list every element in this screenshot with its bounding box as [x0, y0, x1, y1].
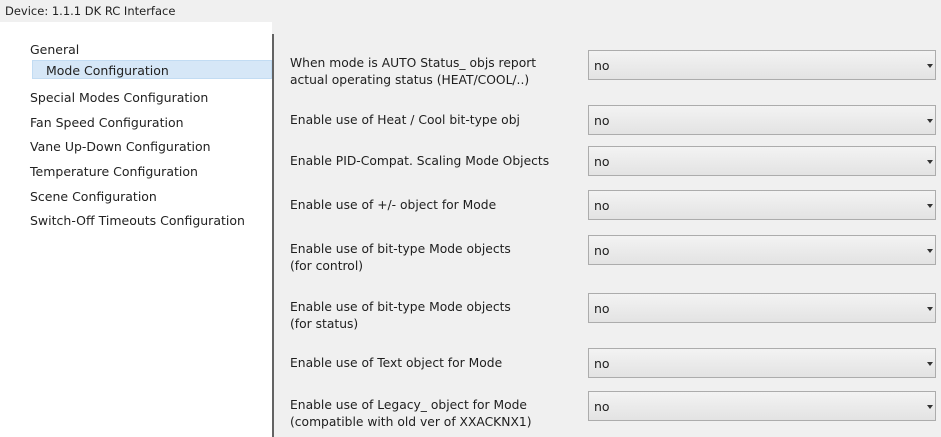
- param-label-line: Enable use of bit-type Mode objects: [290, 242, 511, 256]
- param-label-line: Enable use of Legacy_ object for Mode: [290, 398, 527, 412]
- chevron-down-icon: [927, 204, 933, 208]
- sidebar-item-special-modes-configuration[interactable]: Special Modes Configuration: [30, 88, 208, 107]
- sidebar-item-vane-up-down-configuration[interactable]: Vane Up-Down Configuration: [30, 137, 211, 156]
- param-label: Enable PID-Compat. Scaling Mode Objects: [290, 153, 580, 170]
- param-label-line: Enable use of +/- object for Mode: [290, 198, 497, 212]
- select-value: no: [594, 399, 610, 414]
- plus-minus-mode-select[interactable]: no: [588, 190, 936, 220]
- select-value: no: [594, 356, 610, 371]
- pid-compat-scaling-select[interactable]: no: [588, 146, 936, 176]
- chevron-down-icon: [927, 160, 933, 164]
- select-value: no: [594, 113, 610, 128]
- chevron-down-icon: [927, 405, 933, 409]
- text-object-mode-select[interactable]: no: [588, 348, 936, 378]
- param-label: Enable use of Legacy_ object for Mode (c…: [290, 397, 580, 431]
- select-value: no: [594, 198, 610, 213]
- select-value: no: [594, 58, 610, 73]
- param-label-line: (for control): [290, 259, 364, 273]
- sidebar-item-fan-speed-configuration[interactable]: Fan Speed Configuration: [30, 113, 184, 132]
- chevron-down-icon: [927, 362, 933, 366]
- sidebar-item-temperature-configuration[interactable]: Temperature Configuration: [30, 162, 198, 181]
- param-label-line: (compatible with old ver of XXACKNX1): [290, 415, 532, 429]
- parameters-panel: When mode is AUTO Status_ objs report ac…: [274, 22, 941, 437]
- param-label: Enable use of bit-type Mode objects (for…: [290, 241, 580, 275]
- chevron-down-icon: [927, 249, 933, 253]
- chevron-down-icon: [927, 119, 933, 123]
- param-label: Enable use of Heat / Cool bit-type obj: [290, 112, 580, 129]
- param-label: Enable use of +/- object for Mode: [290, 197, 580, 214]
- param-label-line: Enable use of Text object for Mode: [290, 356, 503, 370]
- mode-auto-status-select[interactable]: no: [588, 50, 936, 80]
- bit-mode-control-select[interactable]: no: [588, 235, 936, 265]
- param-label-line: (for status): [290, 317, 359, 331]
- param-label: Enable use of bit-type Mode objects (for…: [290, 299, 580, 333]
- sidebar-item-mode-configuration[interactable]: Mode Configuration: [32, 60, 272, 79]
- param-label-line: actual operating status (HEAT/COOL/..): [290, 73, 530, 87]
- heat-cool-bit-obj-select[interactable]: no: [588, 105, 936, 135]
- sidebar-item-scene-configuration[interactable]: Scene Configuration: [30, 187, 157, 206]
- bit-mode-status-select[interactable]: no: [588, 293, 936, 323]
- sidebar-item-general[interactable]: General: [30, 40, 79, 59]
- window-title: Device: 1.1.1 DK RC Interface: [5, 4, 176, 18]
- param-label-line: Enable use of bit-type Mode objects: [290, 300, 511, 314]
- select-value: no: [594, 243, 610, 258]
- select-value: no: [594, 154, 610, 169]
- param-label-line: Enable use of Heat / Cool bit-type obj: [290, 113, 520, 127]
- select-value: no: [594, 301, 610, 316]
- param-label: When mode is AUTO Status_ objs report ac…: [290, 55, 580, 89]
- legacy-object-mode-select[interactable]: no: [588, 391, 936, 421]
- chevron-down-icon: [927, 307, 933, 311]
- param-label: Enable use of Text object for Mode: [290, 355, 580, 372]
- param-label-line: When mode is AUTO Status_ objs report: [290, 56, 537, 70]
- sidebar-item-switch-off-timeouts-configuration[interactable]: Switch-Off Timeouts Configuration: [30, 211, 245, 230]
- sidebar: General Mode Configuration Special Modes…: [0, 22, 272, 437]
- param-label-line: Enable PID-Compat. Scaling Mode Objects: [290, 154, 550, 168]
- chevron-down-icon: [927, 64, 933, 68]
